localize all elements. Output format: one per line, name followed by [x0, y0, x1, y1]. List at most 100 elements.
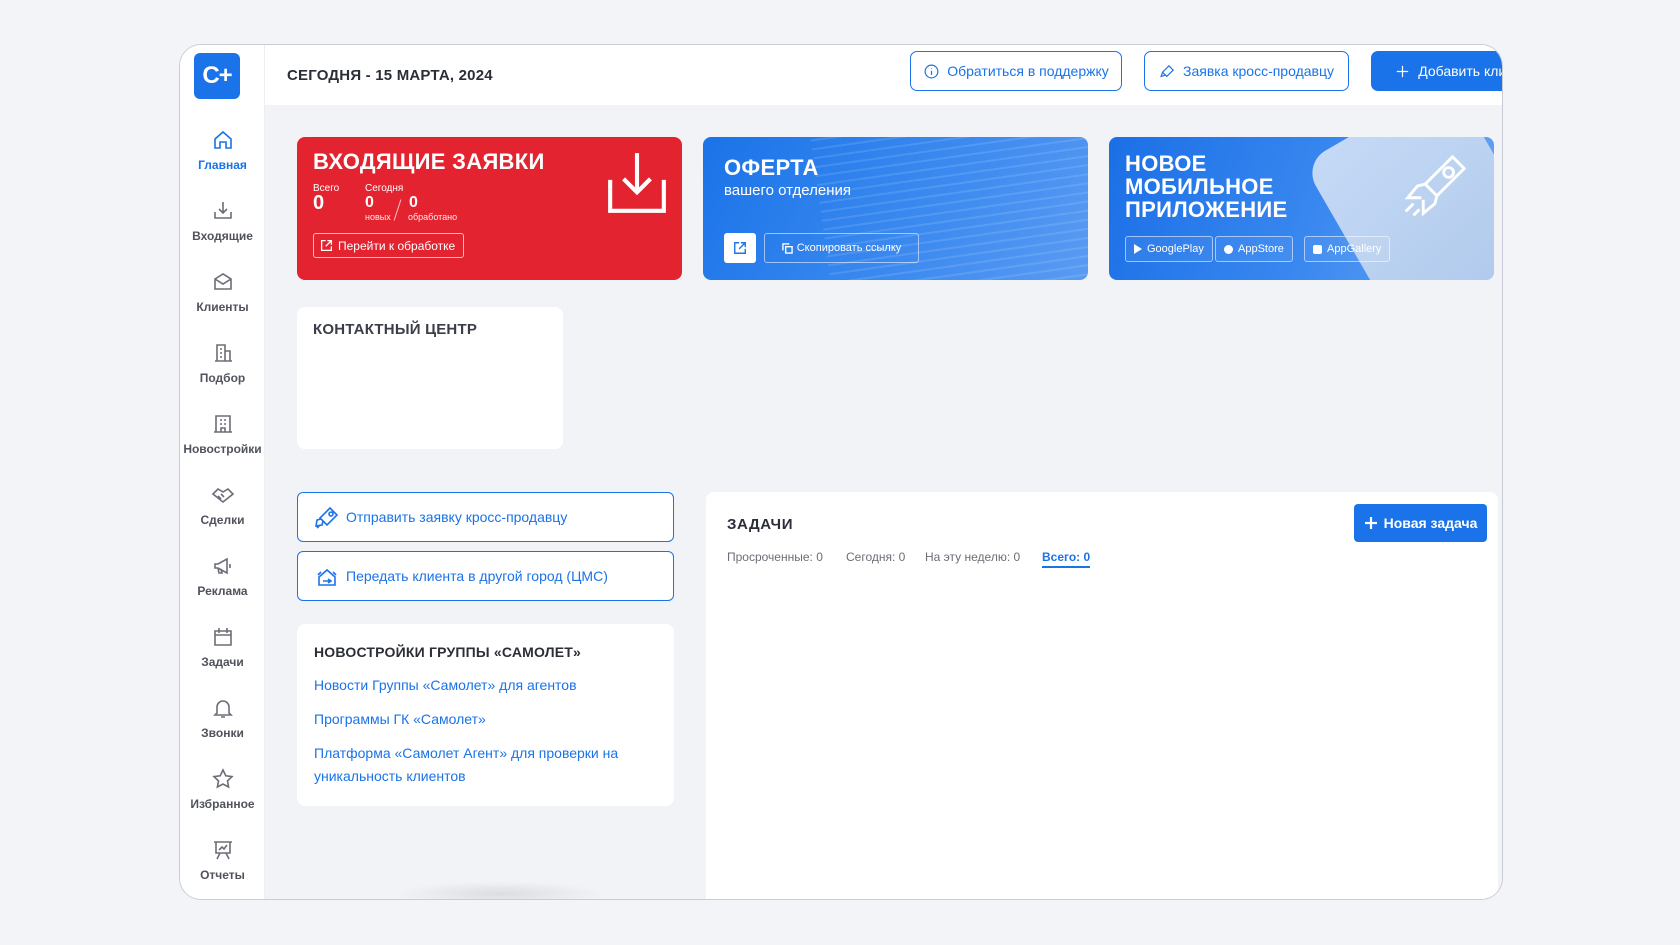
copy-link-button[interactable]: Скопировать ссылку — [764, 233, 919, 263]
filter-overdue[interactable]: Просроченные: 0 — [727, 550, 823, 564]
mobile-app-title-line: МОБИЛЬНОЕ — [1125, 174, 1274, 199]
cross-sale-button-label: Заявка кросс-продавцу — [1183, 63, 1334, 79]
handshake-icon — [211, 487, 234, 504]
total-value: 0 — [313, 192, 325, 214]
offer-subtitle: вашего отделения — [724, 182, 852, 199]
building-icon — [214, 344, 232, 362]
sidebar-item-label: Звонки — [201, 726, 244, 740]
download-icon — [608, 153, 666, 213]
plus-icon — [1397, 65, 1409, 77]
sidebar-item-label: Входящие — [192, 229, 253, 243]
processed-label: обработано — [408, 212, 458, 222]
offer-title: ОФЕРТА — [724, 155, 819, 180]
main-content: СЕГОДНЯ - 15 МАРТА, 2024 Обратиться в по… — [265, 45, 1502, 899]
report-icon — [213, 841, 232, 860]
mobile-app-title-line: НОВОЕ — [1125, 151, 1207, 176]
sidebar-item-label: Новостройки — [183, 442, 262, 456]
sidebar-item-label: Отчеты — [200, 868, 245, 882]
tasks-title: ЗАДАЧИ — [727, 516, 794, 533]
appstore-button[interactable]: AppStore — [1215, 236, 1293, 262]
send-cross-sale-label: Отправить заявку кросс-продавцу — [346, 509, 568, 525]
sidebar-item-label: Избранное — [190, 797, 255, 811]
stat-divider — [393, 199, 402, 221]
incoming-title: ВХОДЯЩИЕ ЗАЯВКИ — [313, 149, 545, 174]
rocket-icon — [1404, 154, 1467, 217]
rocket-icon — [1160, 64, 1175, 77]
support-button[interactable]: Обратиться в поддержку — [910, 51, 1122, 91]
sidebar-item-inbox[interactable]: Входящие — [180, 199, 265, 270]
sidebar: C+ Главная Входящие Клиенты Подбор Новос… — [180, 45, 265, 899]
transfer-client-button[interactable]: Передать клиента в другой город (ЦМС) — [297, 551, 674, 601]
go-to-processing-link[interactable]: Перейти к обработке — [313, 233, 465, 258]
header-bar: СЕГОДНЯ - 15 МАРТА, 2024 Обратиться в по… — [265, 45, 1502, 105]
processed-value: 0 — [409, 194, 418, 211]
sidebar-item-ads[interactable]: Реклама — [180, 554, 265, 625]
support-button-label: Обратиться в поддержку — [947, 63, 1109, 79]
sidebar-item-tasks[interactable]: Задачи — [180, 625, 265, 696]
open-offer-button[interactable] — [724, 233, 756, 263]
transfer-home-icon — [317, 568, 337, 586]
googleplay-label: GooglePlay — [1147, 243, 1204, 255]
samolet-news-card: НОВОСТРОЙКИ ГРУППЫ «САМОЛЕТ» Новости Гру… — [297, 624, 674, 806]
filter-today[interactable]: Сегодня: 0 — [846, 550, 905, 564]
mobile-app-title: НОВОЕ МОБИЛЬНОЕ ПРИЛОЖЕНИЕ — [1125, 152, 1288, 221]
external-link-icon — [320, 239, 333, 252]
filter-total[interactable]: Всего: 0 — [1042, 550, 1091, 568]
contact-center-card: КОНТАКТНЫЙ ЦЕНТР — [297, 307, 563, 449]
inbox-icon — [213, 202, 232, 219]
plus-icon — [1364, 517, 1377, 529]
appgallery-label: AppGallery — [1327, 243, 1382, 255]
sidebar-item-home[interactable]: Главная — [180, 128, 265, 199]
appstore-label: AppStore — [1238, 243, 1284, 255]
info-icon — [924, 64, 939, 78]
new-label: новых — [365, 212, 391, 222]
megaphone-icon — [213, 557, 231, 575]
appgallery-button[interactable]: AppGallery — [1304, 236, 1391, 262]
news-title: НОВОСТРОЙКИ ГРУППЫ «САМОЛЕТ» — [314, 644, 582, 660]
mobile-app-banner[interactable]: НОВОЕ МОБИЛЬНОЕ ПРИЛОЖЕНИЕ GooglePlay Ap… — [1109, 137, 1494, 280]
sidebar-item-label: Реклама — [197, 584, 248, 598]
current-date: СЕГОДНЯ - 15 МАРТА, 2024 — [287, 67, 493, 84]
sidebar-nav: Главная Входящие Клиенты Подбор Новостро… — [180, 128, 265, 899]
offer-card: ОФЕРТА вашего отделения Скопировать ссыл… — [703, 137, 1088, 280]
star-icon — [211, 768, 234, 789]
sidebar-item-label: Сделки — [200, 513, 245, 527]
sidebar-item-selection[interactable]: Подбор — [180, 341, 265, 412]
news-link[interactable]: Новости Группы «Самолет» для агентов — [314, 674, 654, 697]
newbuilding-icon — [213, 415, 232, 433]
sidebar-item-calls[interactable]: Звонки — [180, 696, 265, 767]
apple-icon — [1224, 244, 1233, 254]
add-client-button[interactable]: Добавить клиента — [1371, 51, 1502, 91]
sidebar-item-label: Задачи — [201, 655, 244, 669]
tasks-panel: ЗАДАЧИ Новая задача Просроченные: 0 Сего… — [706, 492, 1498, 899]
transfer-client-label: Передать клиента в другой город (ЦМС) — [346, 568, 608, 584]
sidebar-item-newbuildings[interactable]: Новостройки — [180, 412, 265, 483]
send-cross-sale-button[interactable]: Отправить заявку кросс-продавцу — [297, 492, 674, 542]
new-value: 0 — [365, 194, 374, 211]
mobile-app-title-line: ПРИЛОЖЕНИЕ — [1125, 197, 1288, 222]
news-link[interactable]: Платформа «Самолет Агент» для проверки н… — [314, 742, 654, 788]
sidebar-item-deals[interactable]: Сделки — [180, 483, 265, 554]
contact-center-title: КОНТАКТНЫЙ ЦЕНТР — [313, 321, 478, 338]
filter-this-week[interactable]: На эту неделю: 0 — [925, 550, 1020, 564]
news-link[interactable]: Программы ГК «Самолет» — [314, 708, 654, 731]
app-window: C+ Главная Входящие Клиенты Подбор Новос… — [179, 44, 1503, 900]
sidebar-item-clients[interactable]: Клиенты — [180, 270, 265, 341]
cross-sale-request-button[interactable]: Заявка кросс-продавцу — [1144, 51, 1349, 91]
googleplay-button[interactable]: GooglePlay — [1125, 236, 1213, 262]
bell-icon — [212, 700, 233, 718]
sidebar-item-label: Главная — [198, 158, 247, 172]
incoming-requests-card: ВХОДЯЩИЕ ЗАЯВКИ Всего 0 Сегодня 0 новых … — [297, 137, 682, 280]
home-icon — [213, 130, 232, 149]
sidebar-item-reports[interactable]: Отчеты — [180, 838, 265, 899]
sidebar-item-favorites[interactable]: Избранное — [180, 767, 265, 838]
appgallery-icon — [1313, 244, 1322, 254]
add-client-button-label: Добавить клиента — [1418, 63, 1502, 79]
play-icon — [1134, 244, 1142, 254]
app-logo[interactable]: C+ — [194, 53, 240, 99]
calendar-icon — [213, 628, 232, 646]
sidebar-item-label: Подбор — [199, 371, 246, 385]
go-to-processing-label: Перейти к обработке — [338, 238, 456, 253]
copy-icon — [781, 242, 793, 254]
new-task-button[interactable]: Новая задача — [1354, 504, 1487, 542]
